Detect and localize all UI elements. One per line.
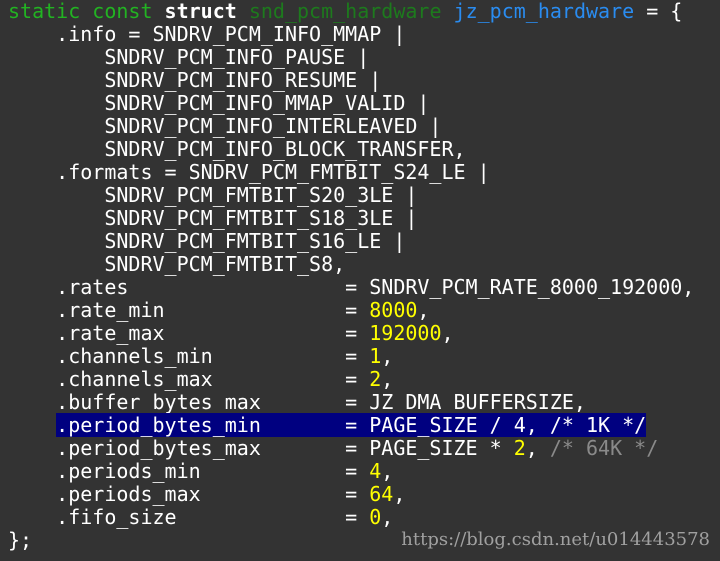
code-line: SNDRV_PCM_INFO_PAUSE | <box>8 46 694 69</box>
code-token: const <box>92 0 165 23</box>
code-line: .info = SNDRV_PCM_INFO_MMAP | <box>8 23 694 46</box>
code-token: .rates = SNDRV_PCM_RATE_8000_192000, <box>8 275 695 299</box>
code-line: .period_bytes_max = PAGE_SIZE * 2, /* 64… <box>8 437 694 460</box>
code-line: .rates = SNDRV_PCM_RATE_8000_192000, <box>8 276 694 299</box>
code-token: 8000 <box>369 298 418 322</box>
code-token: = { <box>634 0 683 23</box>
code-token: , <box>381 344 394 368</box>
code-token: , <box>393 482 406 506</box>
code-token: /* 64K */ <box>549 436 659 460</box>
code-token: .channels_max = <box>8 367 370 391</box>
code-token: SNDRV_PCM_FMTBIT_S16_LE | <box>8 229 406 253</box>
code-line: .periods_min = 4, <box>8 460 694 483</box>
code-line-highlighted: .period_bytes_min = PAGE_SIZE / 4, /* 1K… <box>8 413 694 437</box>
code-token: .periods_max = <box>8 482 370 506</box>
code-token: 2 <box>369 367 382 391</box>
code-token: SNDRV_PCM_INFO_MMAP_VALID | <box>8 91 430 115</box>
code-token: }; <box>8 528 33 552</box>
code-line: .rate_max = 192000, <box>8 322 694 345</box>
code-token: , <box>381 459 394 483</box>
code-line: .rate_min = 8000, <box>8 299 694 322</box>
code-token: , <box>417 298 430 322</box>
code-token: , <box>525 436 550 460</box>
code-token: 64 <box>369 482 394 506</box>
code-line: SNDRV_PCM_FMTBIT_S8, <box>8 253 694 276</box>
code-token: , <box>381 367 394 391</box>
code-line: static const struct snd_pcm_hardware jz_… <box>8 0 694 23</box>
code-line: .fifo_size = 0, <box>8 506 694 529</box>
code-token: 1 <box>369 344 382 368</box>
code-line: SNDRV_PCM_INFO_RESUME | <box>8 69 694 92</box>
code-token: .periods_min = <box>8 459 370 483</box>
code-token: 192000 <box>369 321 442 345</box>
code-token: SNDRV_PCM_FMTBIT_S18_3LE | <box>8 206 418 230</box>
code-token: 4 <box>369 459 382 483</box>
code-line: SNDRV_PCM_FMTBIT_S16_LE | <box>8 230 694 253</box>
code-token: SNDRV_PCM_INFO_BLOCK_TRANSFER, <box>8 137 466 161</box>
code-line: .channels_min = 1, <box>8 345 694 368</box>
code-token: static <box>8 0 93 23</box>
code-editor: static const struct snd_pcm_hardware jz_… <box>8 0 694 552</box>
code-token: struct <box>164 0 249 23</box>
code-token: .rate_min = <box>8 298 370 322</box>
code-line: .buffer_bytes_max = JZ_DMA_BUFFERSIZE, <box>8 391 694 414</box>
code-token: SNDRV_PCM_FMTBIT_S20_3LE | <box>8 183 418 207</box>
code-token: .rate_max = <box>8 321 370 345</box>
code-token: .channels_min = <box>8 344 370 368</box>
code-token: SNDRV_PCM_INFO_RESUME | <box>8 68 382 92</box>
code-token: .period_bytes_min = PAGE_SIZE / 4, /* 1K… <box>56 413 647 437</box>
code-token: SNDRV_PCM_INFO_PAUSE | <box>8 45 370 69</box>
code-token: , <box>441 321 454 345</box>
watermark: https://blog.csdn.net/u014443578 <box>401 529 710 550</box>
code-token: jz_pcm_hardware <box>453 0 635 23</box>
code-token: , <box>381 505 394 529</box>
code-token: .info = SNDRV_PCM_INFO_MMAP | <box>8 22 406 46</box>
code-token: SNDRV_PCM_INFO_INTERLEAVED | <box>8 114 442 138</box>
code-token: SNDRV_PCM_FMTBIT_S8, <box>8 252 346 276</box>
code-token: .formats = SNDRV_PCM_FMTBIT_S24_LE | <box>8 160 490 184</box>
code-token: 2 <box>513 436 526 460</box>
code-line: SNDRV_PCM_FMTBIT_S20_3LE | <box>8 184 694 207</box>
code-line: SNDRV_PCM_INFO_INTERLEAVED | <box>8 115 694 138</box>
code-line: .channels_max = 2, <box>8 368 694 391</box>
code-line: SNDRV_PCM_INFO_MMAP_VALID | <box>8 92 694 115</box>
code-token: snd_pcm_hardware <box>248 0 454 23</box>
code-line: .periods_max = 64, <box>8 483 694 506</box>
code-line: SNDRV_PCM_INFO_BLOCK_TRANSFER, <box>8 138 694 161</box>
code-token: .period_bytes_max = PAGE_SIZE * <box>8 436 514 460</box>
code-token: .fifo_size = <box>8 505 370 529</box>
code-line: SNDRV_PCM_FMTBIT_S18_3LE | <box>8 207 694 230</box>
code-token: 0 <box>369 505 382 529</box>
code-line: .formats = SNDRV_PCM_FMTBIT_S24_LE | <box>8 161 694 184</box>
code-token: .buffer_bytes_max = JZ_DMA_BUFFERSIZE, <box>8 390 586 414</box>
